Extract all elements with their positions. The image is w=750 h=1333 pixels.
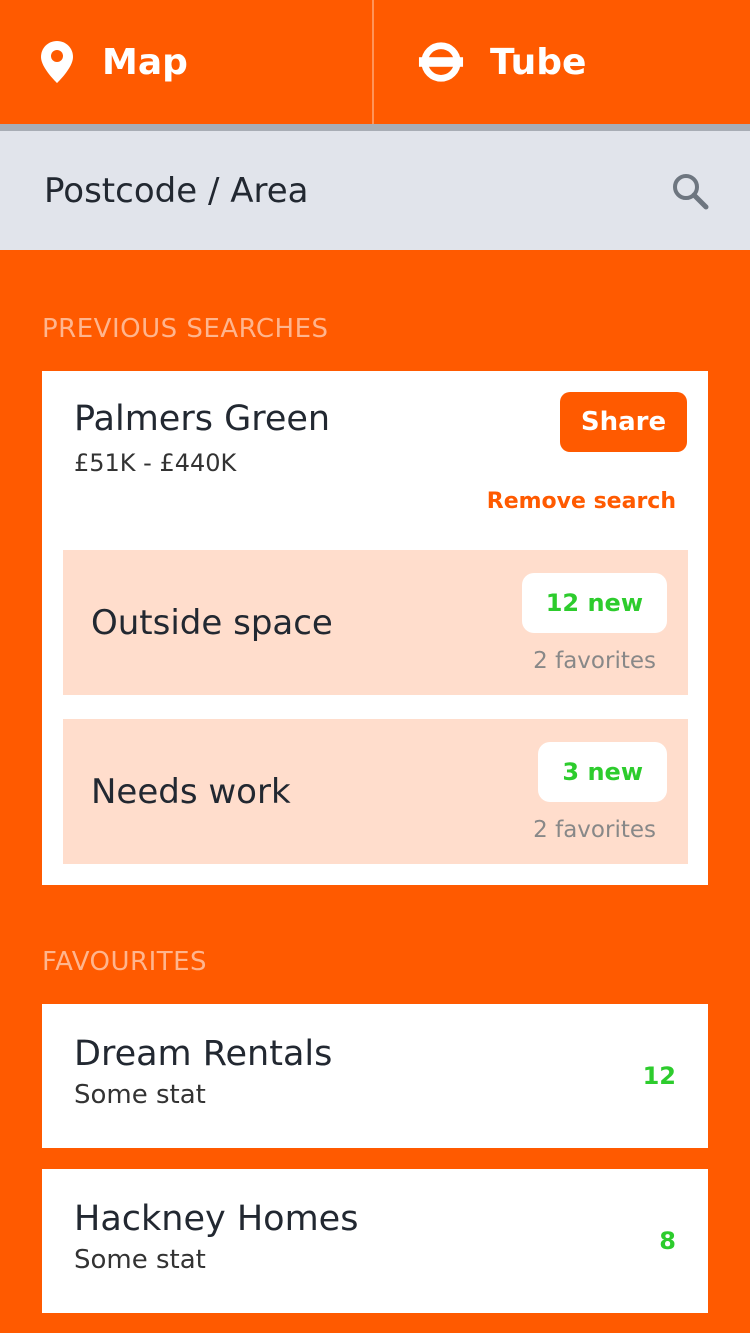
map-pin-icon <box>40 39 74 85</box>
new-count-badge: 12 new <box>521 573 667 633</box>
favourite-item[interactable]: Dream Rentals Some stat 12 <box>42 1004 708 1148</box>
favourite-count: 12 <box>642 1062 676 1090</box>
top-tab-bar: Map Tube <box>0 0 750 124</box>
favourite-name: Hackney Homes <box>74 1199 359 1239</box>
search-name: Palmers Green <box>74 399 331 439</box>
previous-search-card[interactable]: Palmers Green £51K - £440K Share Remove … <box>42 371 708 885</box>
sub-search-item[interactable]: Outside space 12 new 2 favorites <box>63 550 688 695</box>
favourite-stat: Some stat <box>74 1245 206 1275</box>
favourites-heading: FAVOURITES <box>42 947 208 977</box>
favorites-count: 2 favorites <box>533 648 656 674</box>
new-count-badge: 3 new <box>538 742 667 802</box>
tab-map[interactable]: Map <box>0 0 372 124</box>
tab-tube-label: Tube <box>490 41 587 83</box>
share-button[interactable]: Share <box>560 392 687 452</box>
price-range: £51K - £440K <box>74 449 237 477</box>
tab-tube[interactable]: Tube <box>372 0 750 124</box>
search-bar <box>0 131 750 250</box>
favourite-count: 8 <box>659 1227 676 1255</box>
tube-roundel-icon <box>418 39 464 85</box>
tab-map-label: Map <box>102 41 188 83</box>
favourite-stat: Some stat <box>74 1080 206 1110</box>
sub-search-name: Outside space <box>91 602 333 643</box>
previous-searches-heading: PREVIOUS SEARCHES <box>42 314 329 344</box>
search-icon[interactable] <box>670 171 710 211</box>
sub-search-item[interactable]: Needs work 3 new 2 favorites <box>63 719 688 864</box>
remove-search-link[interactable]: Remove search <box>487 489 676 514</box>
search-input[interactable] <box>42 169 670 212</box>
header-divider <box>0 124 750 131</box>
favourite-item[interactable]: Hackney Homes Some stat 8 <box>42 1169 708 1313</box>
favourite-name: Dream Rentals <box>74 1034 333 1074</box>
favorites-count: 2 favorites <box>533 817 656 843</box>
sub-search-name: Needs work <box>91 771 291 812</box>
